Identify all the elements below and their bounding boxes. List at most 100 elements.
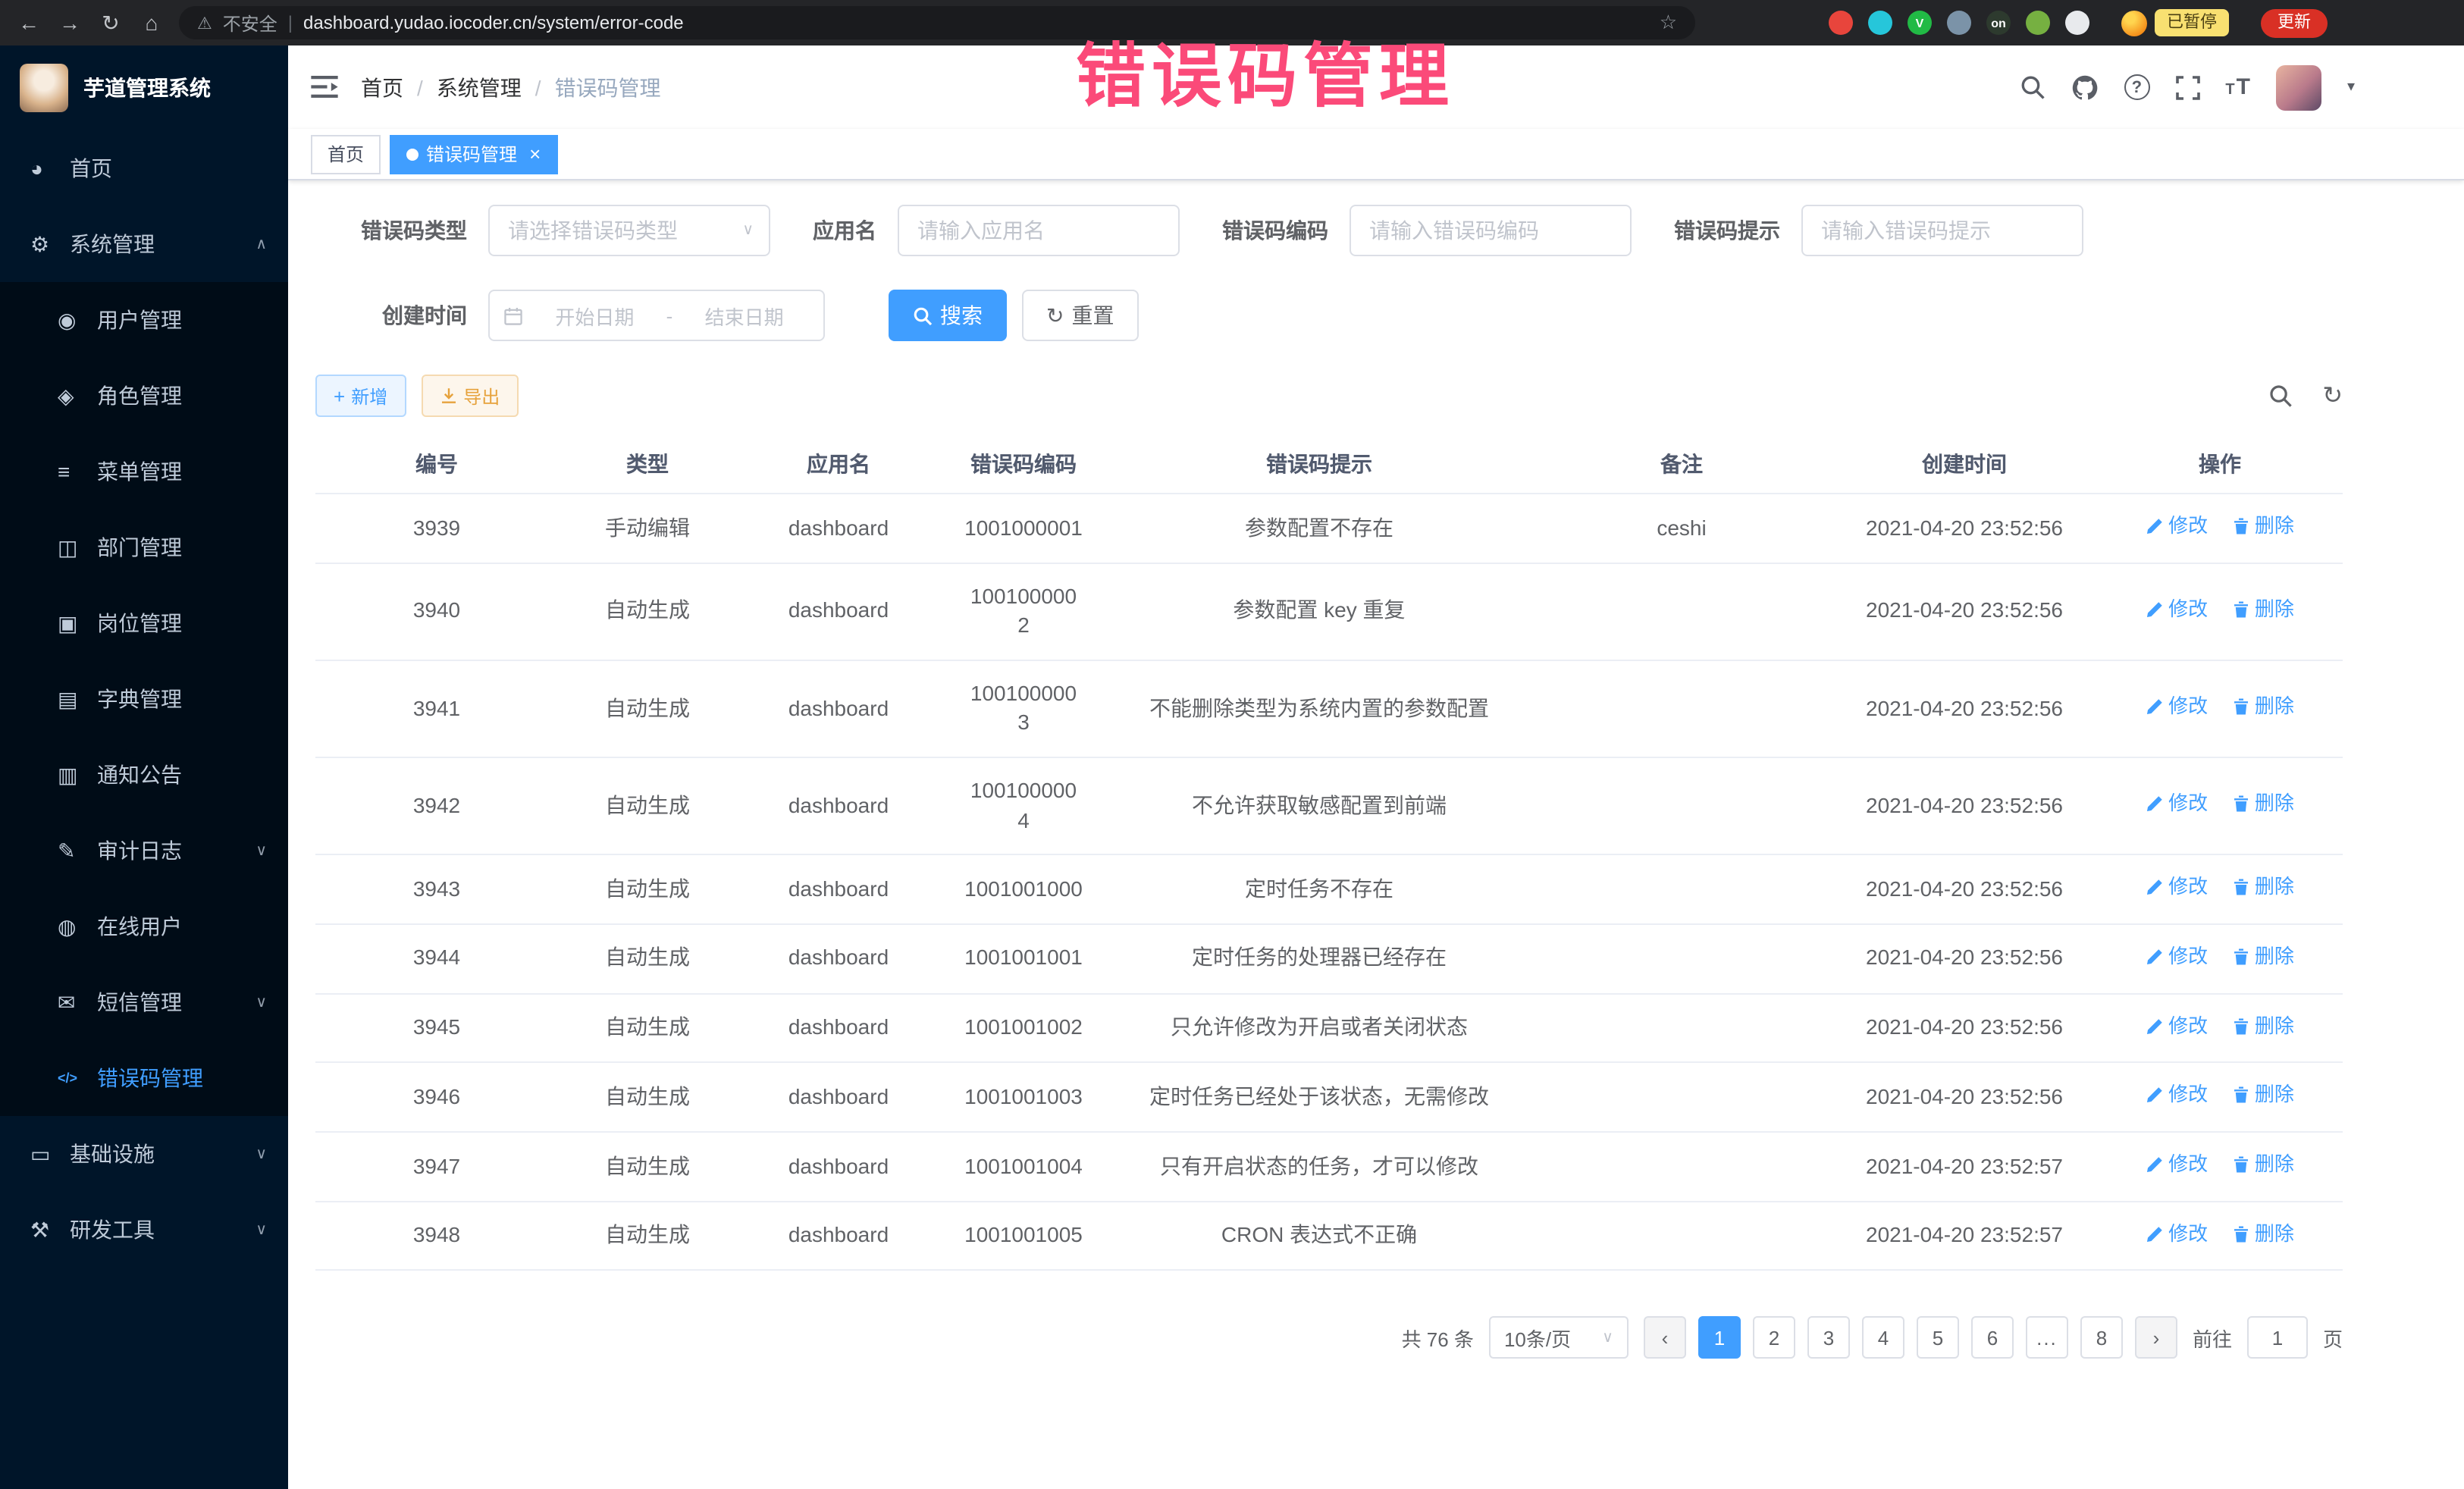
github-icon[interactable] xyxy=(2071,74,2098,101)
error-hint-input[interactable] xyxy=(1801,205,2083,256)
cell-remark xyxy=(1531,1201,1832,1270)
bookmark-star-icon[interactable]: ☆ xyxy=(1660,11,1677,35)
sidebar-item-online-users[interactable]: ◍ 在线用户 xyxy=(0,889,288,964)
user-avatar[interactable] xyxy=(2276,64,2321,110)
pagination-page-6[interactable]: 6 xyxy=(1971,1317,2014,1359)
reload-icon[interactable]: ↻ xyxy=(97,10,124,36)
sidebar-toggle-icon[interactable] xyxy=(288,76,361,99)
sidebar-item-label: 首页 xyxy=(70,153,267,183)
pagination-more[interactable]: ... xyxy=(2026,1317,2068,1359)
delete-trash-icon xyxy=(2232,1155,2250,1174)
delete-link[interactable]: 删除 xyxy=(2232,791,2294,818)
extension-green-check-icon[interactable]: V xyxy=(1908,11,1932,35)
dev-tools-icon: ⚒ xyxy=(30,1217,70,1243)
fullscreen-icon[interactable] xyxy=(2175,75,2199,99)
home-icon[interactable]: ⌂ xyxy=(138,11,165,35)
app-logo[interactable]: 芋道管理系统 xyxy=(0,45,288,130)
sidebar-item-posts[interactable]: ▣ 岗位管理 xyxy=(0,585,288,661)
delete-link[interactable]: 删除 xyxy=(2232,1151,2294,1178)
pagination-page-3[interactable]: 3 xyxy=(1807,1317,1850,1359)
table-row: 3940 自动生成 dashboard 100100000 2 参数配置 key… xyxy=(315,563,2343,660)
edit-link[interactable]: 修改 xyxy=(2146,1012,2208,1039)
table-row: 3945 自动生成 dashboard 1001001002 只允许修改为开启或… xyxy=(315,993,2343,1062)
sidebar-item-home[interactable]: ◕ 首页 xyxy=(0,130,288,206)
pagination-prev[interactable]: ‹ xyxy=(1644,1317,1686,1359)
sidebar-item-announcements[interactable]: ▥ 通知公告 xyxy=(0,737,288,813)
pagination-page-1[interactable]: 1 xyxy=(1698,1317,1741,1359)
sidebar-item-users[interactable]: ◉ 用户管理 xyxy=(0,282,288,358)
font-size-icon[interactable]: TT xyxy=(2225,74,2250,100)
pagination-page-8[interactable]: 8 xyxy=(2080,1317,2123,1359)
error-code-label: 错误码编码 xyxy=(1222,215,1328,246)
logo-image xyxy=(20,64,68,112)
delete-link[interactable]: 删除 xyxy=(2232,596,2294,623)
edit-link[interactable]: 修改 xyxy=(2146,1220,2208,1247)
reset-button[interactable]: ↻ 重置 xyxy=(1022,290,1138,341)
extension-people-icon[interactable] xyxy=(1947,11,1971,35)
insecure-warning-icon: ⚠ xyxy=(197,13,212,33)
sidebar-item-departments[interactable]: ◫ 部门管理 xyxy=(0,509,288,585)
forward-icon[interactable]: → xyxy=(56,11,83,35)
edit-link[interactable]: 修改 xyxy=(2146,596,2208,623)
delete-link[interactable]: 删除 xyxy=(2232,693,2294,720)
delete-link[interactable]: 删除 xyxy=(2232,943,2294,970)
tab-home[interactable]: 首页 xyxy=(311,134,381,174)
extension-water-drop-icon[interactable] xyxy=(1868,11,1892,35)
sidebar-item-audit-logs[interactable]: ✎ 审计日志 ∨ xyxy=(0,813,288,889)
edit-link[interactable]: 修改 xyxy=(2146,874,2208,901)
browser-update-button[interactable]: 更新 xyxy=(2261,8,2328,37)
table-search-icon[interactable] xyxy=(2268,384,2292,408)
edit-link[interactable]: 修改 xyxy=(2146,943,2208,970)
tab-error-code[interactable]: 错误码管理 × xyxy=(390,134,557,174)
error-type-select[interactable] xyxy=(488,205,770,256)
sidebar-item-menus[interactable]: ≡ 菜单管理 xyxy=(0,434,288,509)
delete-link[interactable]: 删除 xyxy=(2232,874,2294,901)
pagination-page-2[interactable]: 2 xyxy=(1753,1317,1795,1359)
app-name-input[interactable] xyxy=(898,205,1180,256)
goto-page-input[interactable] xyxy=(2247,1317,2308,1359)
edit-pencil-icon xyxy=(2146,1086,2164,1105)
error-code-input[interactable] xyxy=(1350,205,1632,256)
extension-on-badge-icon[interactable]: on xyxy=(1986,11,2011,35)
date-range-picker[interactable]: 开始日期 - 结束日期 xyxy=(488,290,825,341)
paused-extension[interactable]: 已暂停 xyxy=(2121,9,2229,36)
avatar-caret-icon[interactable]: ▾ xyxy=(2347,79,2355,96)
search-icon[interactable] xyxy=(2019,74,2045,100)
extension-leaf-icon[interactable] xyxy=(2026,11,2050,35)
breadcrumb-home[interactable]: 首页 xyxy=(361,72,403,102)
sidebar-item-sms[interactable]: ✉ 短信管理 ∨ xyxy=(0,964,288,1040)
pagination-next[interactable]: › xyxy=(2135,1317,2177,1359)
edit-pencil-icon xyxy=(2146,1017,2164,1035)
cell-app: dashboard xyxy=(737,993,940,1062)
sidebar-item-system[interactable]: ⚙ 系统管理 ∧ xyxy=(0,206,288,282)
extension-cat-icon[interactable] xyxy=(2065,11,2089,35)
edit-link[interactable]: 修改 xyxy=(2146,1082,2208,1109)
sidebar-item-dictionaries[interactable]: ▤ 字典管理 xyxy=(0,661,288,737)
search-button[interactable]: 搜索 xyxy=(889,290,1007,341)
edit-link[interactable]: 修改 xyxy=(2146,1151,2208,1178)
edit-link[interactable]: 修改 xyxy=(2146,791,2208,818)
delete-link[interactable]: 删除 xyxy=(2232,1082,2294,1109)
sidebar-item-error-codes[interactable]: </> 错误码管理 xyxy=(0,1040,288,1116)
delete-link[interactable]: 删除 xyxy=(2232,1012,2294,1039)
sidebar-item-dev-tools[interactable]: ⚒ 研发工具 ∨ xyxy=(0,1192,288,1268)
sidebar-item-infrastructure[interactable]: ▭ 基础设施 ∨ xyxy=(0,1116,288,1192)
edit-link[interactable]: 修改 xyxy=(2146,513,2208,540)
pagination-page-4[interactable]: 4 xyxy=(1862,1317,1904,1359)
cell-id: 3944 xyxy=(315,924,558,993)
delete-link[interactable]: 删除 xyxy=(2232,1220,2294,1247)
tab-close-icon[interactable]: × xyxy=(529,144,541,164)
pagination-page-5[interactable]: 5 xyxy=(1917,1317,1959,1359)
add-button[interactable]: + 新增 xyxy=(315,375,406,417)
table-refresh-icon[interactable]: ↻ xyxy=(2322,381,2343,411)
extension-red-circle-icon[interactable] xyxy=(1829,11,1853,35)
delete-link[interactable]: 删除 xyxy=(2232,513,2294,540)
edit-link[interactable]: 修改 xyxy=(2146,693,2208,720)
export-button[interactable]: 导出 xyxy=(421,375,518,417)
cell-id: 3948 xyxy=(315,1201,558,1270)
sidebar-item-roles[interactable]: ◈ 角色管理 xyxy=(0,358,288,434)
help-icon[interactable]: ? xyxy=(2124,74,2149,100)
address-bar[interactable]: ⚠ 不安全 | dashboard.yudao.iocoder.cn/syste… xyxy=(179,6,1695,39)
page-size-select[interactable]: 10条/页 ∨ xyxy=(1489,1317,1629,1359)
back-icon[interactable]: ← xyxy=(15,11,42,35)
